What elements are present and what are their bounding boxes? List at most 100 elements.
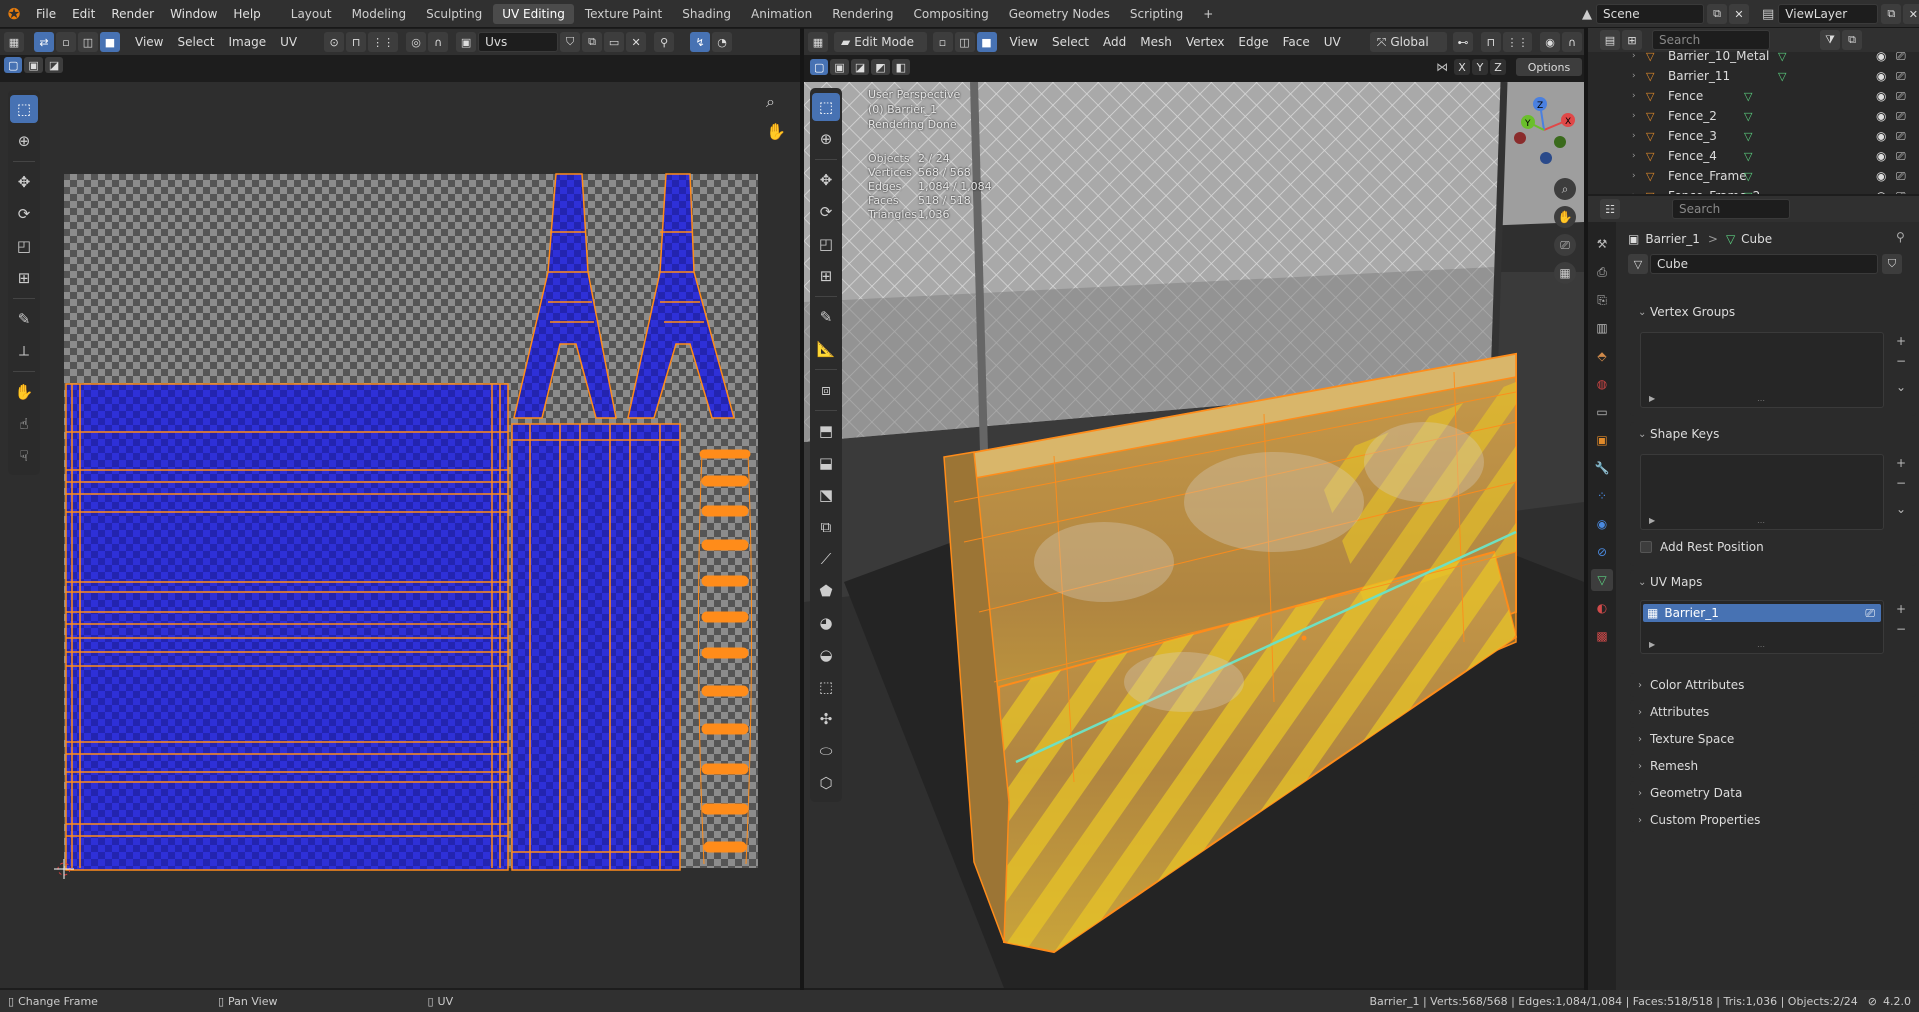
geometry-data-header[interactable]: › Geometry Data — [1630, 781, 1916, 805]
camera-restrict-icon[interactable]: ⎚ — [1896, 109, 1906, 124]
proportional-edit-icon[interactable]: ◎ — [406, 32, 427, 52]
uv-menu-image[interactable]: Image — [222, 29, 274, 55]
face-mode-icon[interactable]: ■ — [976, 32, 997, 52]
smooth-icon[interactable]: ◒ — [812, 641, 840, 669]
outliner-item[interactable]: › ▽ Barrier_11 ▽ ◉ ⎚ — [1588, 66, 1919, 86]
world-tab-icon[interactable]: ◍ — [1591, 373, 1613, 395]
object-tab-icon[interactable]: ▣ — [1591, 429, 1613, 451]
shape-key-menu-icon[interactable]: ⌄ — [1892, 500, 1910, 518]
tab-sculpting[interactable]: Sculpting — [417, 4, 491, 24]
snap-element-icon[interactable]: ⋮⋮ — [1502, 32, 1532, 52]
constraints-tab-icon[interactable]: ⊘ — [1591, 541, 1613, 563]
edge-select-icon[interactable]: ◫ — [78, 32, 98, 52]
vp-menu-add[interactable]: Add — [1096, 29, 1133, 55]
rip-region-icon[interactable]: ⬡ — [812, 769, 840, 797]
camera-restrict-icon[interactable]: ⎚ — [1896, 149, 1906, 164]
uv-sticky-icon[interactable]: ↯ — [690, 32, 711, 52]
expand-arrow-icon[interactable]: › — [1632, 151, 1636, 161]
fake-user-icon[interactable]: ⛉ — [560, 32, 581, 52]
blender-logo[interactable]: ✪ — [0, 5, 28, 23]
loop-cut-icon[interactable]: ⧉ — [812, 513, 840, 541]
pin-icon[interactable]: ⚲ — [1896, 230, 1905, 244]
orientation-selector[interactable]: ⤧ Global — [1369, 32, 1447, 52]
remove-vertex-group-icon[interactable]: − — [1892, 352, 1910, 370]
editor-type-icon[interactable]: ▦ — [4, 32, 24, 52]
viewport-canvas[interactable]: User Perspective (0) Barrier_1 Rendering… — [804, 82, 1584, 988]
camera-restrict-icon[interactable]: ⎚ — [1896, 189, 1906, 195]
tab-modeling[interactable]: Modeling — [343, 4, 416, 24]
attributes-header[interactable]: › Attributes — [1630, 700, 1916, 724]
mirror-icon[interactable]: ⋈ — [1436, 60, 1448, 74]
expand-arrow-icon[interactable]: › — [1632, 191, 1636, 194]
remesh-header[interactable]: › Remesh — [1630, 754, 1916, 778]
open-image-icon[interactable]: ▭ — [604, 32, 625, 52]
tab-geometry-nodes[interactable]: Geometry Nodes — [1000, 4, 1119, 24]
list-resize-grip[interactable]: ⋯ — [1757, 396, 1765, 405]
falloff-icon[interactable]: ∩ — [428, 32, 449, 52]
expand-arrow-icon[interactable]: › — [1632, 111, 1636, 121]
list-resize-grip[interactable]: ⋯ — [1757, 518, 1765, 527]
vp-zoom-icon[interactable]: ⌕ — [1554, 178, 1576, 200]
vp-select-box-icon[interactable]: ⬚ — [812, 93, 840, 121]
navigation-gizmo[interactable]: X Z Y — [1504, 90, 1584, 170]
vp-menu-edge[interactable]: Edge — [1231, 29, 1275, 55]
outliner-item[interactable]: › ▽ Fence_2 ▽ ◉ ⎚ — [1588, 106, 1919, 126]
vp-menu-vertex[interactable]: Vertex — [1179, 29, 1232, 55]
vp-pan-icon[interactable]: ✋ — [1554, 206, 1576, 228]
vp-select-intersect-icon[interactable]: ◧ — [891, 59, 911, 75]
menu-help[interactable]: Help — [225, 0, 268, 28]
mesh-name-field[interactable]: Cube — [1650, 254, 1878, 274]
grab-icon[interactable]: ✋ — [10, 378, 38, 406]
extrude-icon[interactable]: ⬒ — [812, 417, 840, 445]
viewlayer-selector[interactable]: ViewLayer — [1778, 4, 1879, 24]
relax-icon[interactable]: ☝ — [10, 410, 38, 438]
vp-annotate-icon[interactable]: ✎ — [812, 303, 840, 331]
expand-arrow-icon[interactable]: › — [1632, 171, 1636, 181]
outliner-item[interactable]: › ▽ Fence ▽ ◉ ⎚ — [1588, 86, 1919, 106]
scale-icon[interactable]: ◰ — [10, 232, 38, 260]
vertex-groups-list[interactable]: ▶ ⋯ — [1640, 332, 1884, 408]
vp-menu-uv[interactable]: UV — [1317, 29, 1348, 55]
properties-search[interactable]: Search — [1672, 199, 1790, 219]
tab-rendering[interactable]: Rendering — [823, 4, 902, 24]
new-image-icon[interactable]: ⧉ — [582, 32, 603, 52]
remove-uv-map-icon[interactable]: − — [1892, 620, 1910, 638]
add-cube-icon[interactable]: ⧈ — [812, 376, 840, 404]
delete-scene-icon[interactable]: ✕ — [1729, 4, 1749, 24]
tab-uv-editing[interactable]: UV Editing — [493, 3, 574, 24]
delete-viewlayer-icon[interactable]: ✕ — [1903, 4, 1919, 24]
uv-menu-select[interactable]: Select — [170, 29, 221, 55]
camera-restrict-icon[interactable]: ⎚ — [1896, 129, 1906, 144]
remove-shape-key-icon[interactable]: − — [1892, 474, 1910, 492]
color-attributes-panel[interactable]: › Color Attributes — [1630, 673, 1916, 697]
eye-icon[interactable]: ◉ — [1876, 109, 1886, 123]
uv-menu-view[interactable]: View — [128, 29, 170, 55]
collection-tab-icon[interactable]: ▭ — [1591, 401, 1613, 423]
select-new-icon[interactable]: ▢ — [4, 57, 23, 73]
attributes-panel[interactable]: › Attributes — [1630, 700, 1916, 724]
tab-layout[interactable]: Layout — [282, 4, 341, 24]
outliner-item[interactable]: › ▽ Fence_Frame ▽ ◉ ⎚ — [1588, 166, 1919, 186]
expand-arrow-icon[interactable]: › — [1632, 51, 1636, 61]
proportional-icon[interactable]: ◉ — [1540, 32, 1560, 52]
uvmap-field[interactable]: Uvs — [478, 32, 559, 52]
add-rest-position-row[interactable]: Add Rest Position — [1640, 540, 1764, 554]
annotate-icon[interactable]: ✎ — [10, 305, 38, 333]
knife-icon[interactable]: ⟋ — [812, 545, 840, 573]
geometry-data-panel[interactable]: › Geometry Data — [1630, 781, 1916, 805]
eye-icon[interactable]: ◉ — [1876, 169, 1886, 183]
eye-icon[interactable]: ◉ — [1876, 89, 1886, 103]
pin-icon[interactable]: ⚲ — [654, 32, 675, 52]
camera-restrict-icon[interactable]: ⎚ — [1896, 169, 1906, 184]
wrench-icon[interactable]: 🔧 — [1591, 457, 1613, 479]
tab-scripting[interactable]: Scripting — [1121, 4, 1192, 24]
outliner-item[interactable]: › ▽ Fence_4 ▽ ◉ ⎚ — [1588, 146, 1919, 166]
color-attributes-header[interactable]: › Color Attributes — [1630, 673, 1916, 697]
camera-icon[interactable]: ⎚ — [1554, 234, 1576, 256]
eye-icon[interactable]: ◉ — [1876, 49, 1886, 63]
vp-menu-select[interactable]: Select — [1045, 29, 1096, 55]
camera-restrict-icon[interactable]: ⎚ — [1896, 89, 1906, 104]
outliner-item[interactable]: ›▽Fence_Frame_2▽◉⎚ — [1588, 186, 1919, 195]
menu-edit[interactable]: Edit — [64, 0, 103, 28]
shear-icon[interactable]: ⬭ — [812, 737, 840, 765]
